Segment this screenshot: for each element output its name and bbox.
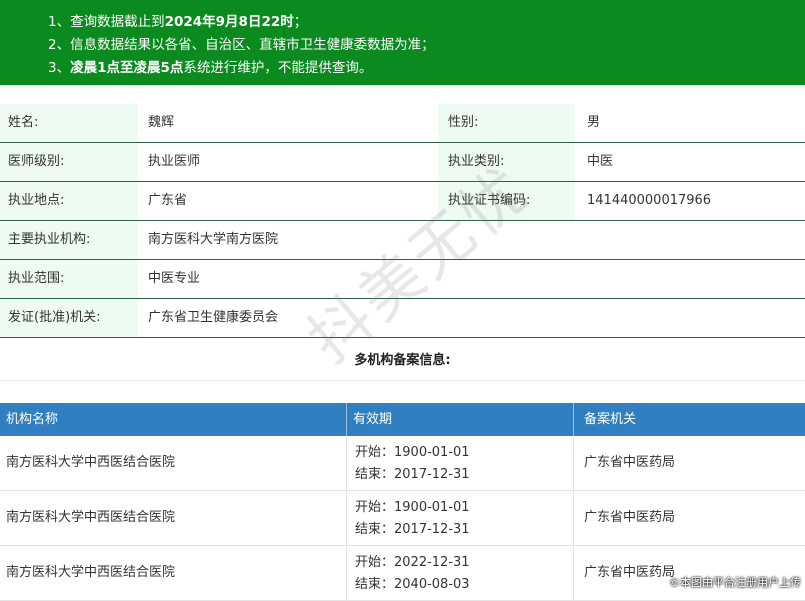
upload-credit: ©本图由平台注册用户上传	[669, 576, 801, 589]
notice-line-1: 1、查询数据截止到2024年9月8日22时；	[48, 14, 308, 30]
info-row: 执业地点: 广东省 执业证书编码: 141440000017966	[0, 182, 805, 221]
info-label: 姓名:	[0, 104, 138, 142]
authority-cell: 广东省中医药局	[584, 510, 676, 525]
info-label: 医师级别:	[0, 143, 138, 181]
notice-line-2: 2、信息数据结果以各省、自治区、直辖市卫生健康委数据为准；	[48, 37, 435, 53]
table-row: 南方医科大学中西医结合医院 开始：1900-01-01 结束：2017-12-3…	[0, 491, 805, 546]
column-header-org: 机构名称	[0, 403, 347, 436]
table-row: 南方医科大学中西医结合医院 开始：1900-01-01 结束：2017-12-3…	[0, 436, 805, 491]
info-label: 执业类别:	[438, 143, 575, 181]
doctor-info-table: 姓名: 魏辉 性别: 男 医师级别: 执业医师 执业类别: 中医 执业地点: 广…	[0, 104, 805, 338]
notice-line-3: 3、凌晨1点至凌晨5点系统进行维护，不能提供查询。	[48, 60, 373, 76]
info-label: 发证(批准)机关:	[0, 299, 138, 337]
info-value: 男	[587, 115, 601, 130]
org-cell: 南方医科大学中西医结合医院	[0, 436, 347, 490]
info-row: 发证(批准)机关: 广东省卫生健康委员会	[0, 299, 805, 338]
info-value: 魏辉	[148, 115, 175, 130]
notice-banner: 1、查询数据截止到2024年9月8日22时； 2、信息数据结果以各省、自治区、直…	[0, 0, 805, 85]
validity-end: 结束：2017-12-31	[355, 467, 470, 482]
notice-deadline: 2024年9月8日22时	[164, 14, 294, 30]
info-label: 执业地点:	[0, 182, 138, 220]
multi-table-header: 机构名称 有效期 备案机关	[0, 403, 805, 436]
info-value: 中医	[587, 154, 614, 169]
validity-cell: 开始：1900-01-01 结束：2017-12-31	[347, 436, 574, 490]
info-row: 执业范围: 中医专业	[0, 260, 805, 299]
validity-start: 开始：2022-12-31	[355, 555, 470, 570]
info-label: 执业证书编码:	[438, 182, 575, 220]
info-value: 广东省	[148, 193, 188, 208]
column-header-validity: 有效期	[347, 403, 574, 436]
validity-end: 结束：2040-08-03	[355, 577, 470, 592]
notice-maintenance-time: 凌晨1点至凌晨5点	[70, 60, 184, 76]
info-value: 141440000017966	[587, 193, 712, 208]
info-value: 执业医师	[148, 154, 201, 169]
validity-end: 结束：2017-12-31	[355, 522, 470, 537]
validity-start: 开始：1900-01-01	[355, 445, 470, 460]
info-label: 执业范围:	[0, 260, 138, 298]
info-value: 广东省卫生健康委员会	[148, 310, 279, 325]
info-value: 中医专业	[148, 271, 201, 286]
info-value: 南方医科大学南方医院	[148, 232, 279, 247]
column-header-authority: 备案机关	[584, 412, 637, 427]
multi-institution-title: 多机构备案信息:	[0, 342, 805, 381]
authority-cell: 广东省中医药局	[584, 455, 676, 470]
validity-cell: 开始：1900-01-01 结束：2017-12-31	[347, 491, 574, 545]
info-row: 医师级别: 执业医师 执业类别: 中医	[0, 143, 805, 182]
info-row: 主要执业机构: 南方医科大学南方医院	[0, 221, 805, 260]
info-row: 姓名: 魏辉 性别: 男	[0, 104, 805, 143]
validity-start: 开始：1900-01-01	[355, 500, 470, 515]
info-label: 主要执业机构:	[0, 221, 138, 259]
info-label: 性别:	[438, 104, 575, 142]
org-cell: 南方医科大学中西医结合医院	[0, 491, 347, 545]
